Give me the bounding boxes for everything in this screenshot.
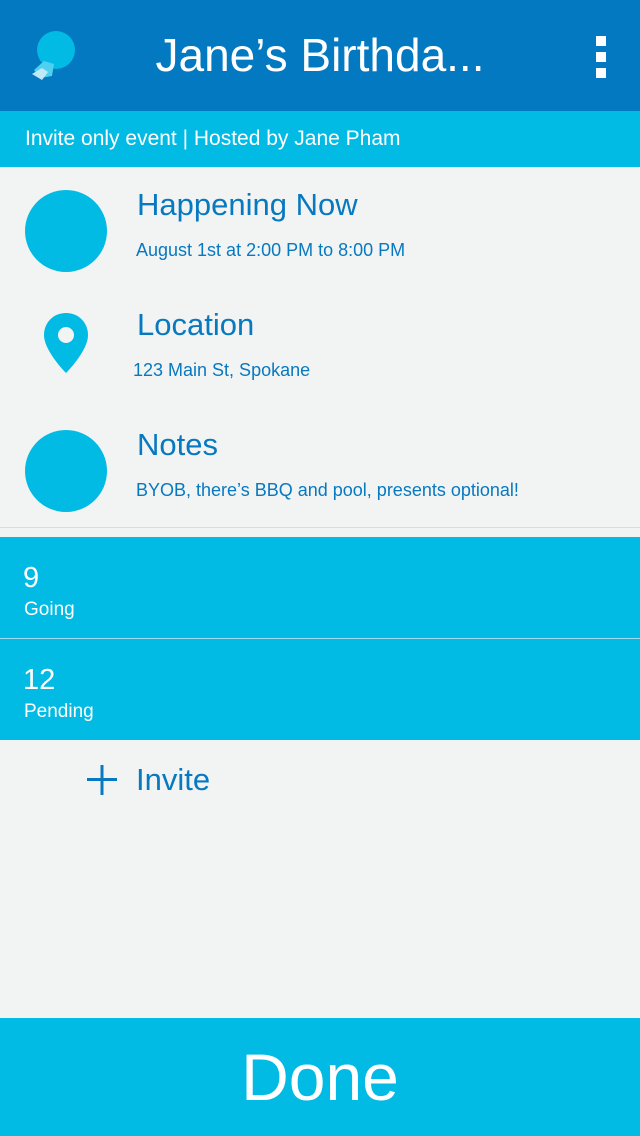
- detail-label: Notes: [137, 427, 218, 462]
- notes-circle-icon: [25, 430, 107, 512]
- going-count-row[interactable]: 9 Going: [0, 537, 640, 638]
- detail-value: August 1st at 2:00 PM to 8:00 PM: [136, 240, 406, 260]
- event-title: Jane’s Birthda...: [155, 29, 485, 81]
- pending-label: Pending: [24, 701, 94, 722]
- done-button[interactable]: Done: [0, 1018, 640, 1136]
- location-pin-icon: [44, 313, 88, 373]
- detail-label: Happening Now: [137, 187, 358, 222]
- invite-button[interactable]: Invite: [82, 752, 262, 808]
- more-vertical-icon[interactable]: [586, 32, 616, 82]
- going-label: Going: [24, 599, 75, 620]
- plus-icon: [87, 765, 117, 795]
- pending-count-row[interactable]: 12 Pending: [0, 639, 640, 740]
- detail-row-notes[interactable]: Notes BYOB, there’s BBQ and pool, presen…: [0, 407, 640, 528]
- top-app-bar: Jane’s Birthda...: [0, 0, 640, 111]
- going-count: 9: [23, 562, 40, 594]
- detail-row-time[interactable]: Happening Now August 1st at 2:00 PM to 8…: [0, 167, 640, 288]
- time-circle-icon: [25, 190, 107, 272]
- detail-label: Location: [137, 307, 255, 342]
- detail-value: BYOB, there’s BBQ and pool, presents opt…: [136, 480, 519, 500]
- pending-count: 12: [23, 664, 56, 696]
- app-logo-icon[interactable]: [28, 28, 78, 84]
- detail-row-location[interactable]: Location 123 Main St, Spokane: [0, 287, 640, 408]
- detail-value: 123 Main St, Spokane: [133, 360, 311, 380]
- event-host-banner: Invite only event | Hosted by Jane Pham: [0, 111, 640, 167]
- invite-label: Invite: [136, 762, 211, 797]
- event-host-text: Invite only event | Hosted by Jane Pham: [25, 127, 401, 150]
